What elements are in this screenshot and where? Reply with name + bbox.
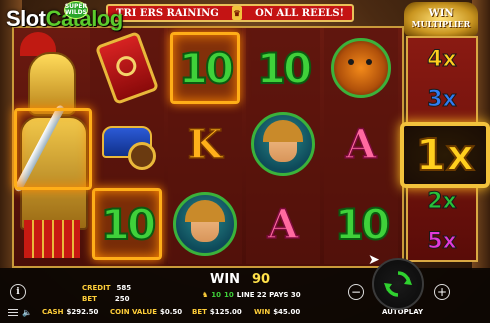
bet-increase-button[interactable]: + <box>434 284 450 300</box>
a-symbol: A <box>267 200 300 249</box>
ten-symbol: 10 <box>256 43 313 94</box>
info-icon: i <box>16 287 20 297</box>
win-label: WIN <box>210 272 241 287</box>
coin-value-label: COIN VALUE <box>110 308 158 316</box>
footer-cash: CASH $292.50 <box>42 308 98 316</box>
bet-decrease-button[interactable]: − <box>348 284 364 300</box>
info-button[interactable]: i <box>10 284 26 300</box>
gladiator-helmet <box>28 52 76 116</box>
line-win-info: ♞ 10 10 LINE 22 PAYS 30 <box>202 291 301 299</box>
credit-value: 585 <box>116 284 132 292</box>
reel-4-row-2 <box>248 108 318 180</box>
win-multiplier-title: WIN MULTIPLIER <box>404 2 478 36</box>
slot-game-screen: SlotCatalog SUPER WILDS TRI ERS RAINING … <box>0 0 490 323</box>
cash-value: $292.50 <box>66 308 99 316</box>
woman-symbol-icon <box>251 112 315 176</box>
super-wilds-badge: SUPER WILDS <box>64 1 88 19</box>
footer-bet: BET $125.00 <box>192 308 242 316</box>
reel-3-row-1: 10 <box>170 32 240 104</box>
multiplier-2x: 2x <box>427 188 458 214</box>
reel-5-row-3: 10 <box>326 188 396 260</box>
multiplier-3x: 3x <box>427 86 458 112</box>
shield-symbol-icon <box>94 31 160 105</box>
reel-4-row-1: 10 <box>248 32 318 104</box>
gladiator-skirt <box>24 220 80 258</box>
bet-label: BET <box>82 295 97 303</box>
promo-banner: TRI ERS RAINING ♛ ON ALL REELS! <box>106 4 354 22</box>
footer-win-label: WIN <box>254 308 271 316</box>
ten-symbol: 10 <box>178 43 235 94</box>
a-symbol: A <box>345 120 378 169</box>
footer-bet-value: $125.00 <box>209 308 242 316</box>
banner-text-right: ON ALL REELS! <box>255 7 344 19</box>
multiplier-title-line1: WIN <box>428 8 454 19</box>
multiplier-4x: 4x <box>427 46 458 72</box>
watermark-slot: Slot <box>6 6 46 31</box>
reel-3-row-2: K <box>170 108 240 180</box>
bet-value: 250 <box>114 295 130 303</box>
footer-win: WIN $45.00 <box>254 308 300 316</box>
reel-4-row-3: A <box>248 188 318 260</box>
minus-icon: − <box>350 285 362 299</box>
reel-2: 10 <box>90 28 164 264</box>
reel-2-row-3: 10 <box>92 188 162 260</box>
reel-5-row-2: A <box>326 108 396 180</box>
banner-emblem-icon: ♛ <box>231 6 242 20</box>
ten-symbol: 10 <box>334 199 391 250</box>
bet-display: BET 250 <box>82 295 130 303</box>
ten-mini-icon: 10 <box>211 291 222 299</box>
reel-3-row-3 <box>170 188 240 260</box>
speaker-icon[interactable]: 🔈 <box>22 308 34 318</box>
credit-display: CREDIT 585 <box>82 284 131 292</box>
multiplier-1x-active: 1x <box>400 122 490 188</box>
spin-icon <box>384 271 412 297</box>
cash-label: CASH <box>42 308 64 316</box>
chariot-symbol-icon <box>98 122 156 170</box>
woman-symbol-icon <box>173 192 237 256</box>
winning-cell-highlight <box>14 108 92 190</box>
ten-symbol: 10 <box>100 199 157 250</box>
footer-bet-label: BET <box>192 308 207 316</box>
coin-value-value: $0.50 <box>160 308 183 316</box>
banner-text-left: TRI ERS RAINING <box>116 7 219 19</box>
multiplier-title-line2: MULTIPLIER <box>411 19 471 29</box>
k-symbol: K <box>187 120 223 169</box>
line-pays-text: LINE 22 PAYS 30 <box>236 291 301 299</box>
footer-win-value: $45.00 <box>273 308 301 316</box>
reel-3: 10 K <box>168 28 242 264</box>
reel-5-row-1 <box>326 32 396 104</box>
footer-coin-value: COIN VALUE $0.50 <box>110 308 182 316</box>
gladiator-mini-icon: ♞ <box>202 291 209 299</box>
tiger-symbol-icon <box>331 38 391 98</box>
menu-icon[interactable] <box>8 309 18 317</box>
win-multiplier-column: 4x 3x 1x 2x 5x <box>400 36 490 262</box>
reel-4: 10 A <box>246 28 320 264</box>
plus-icon: + <box>436 285 448 299</box>
multiplier-5x: 5x <box>427 228 458 254</box>
reel-5: A 10 <box>324 28 398 264</box>
ten-mini-icon-2: 10 <box>224 291 234 299</box>
cursor-icon: ➤ <box>368 252 380 268</box>
reel-2-row-1 <box>92 31 162 105</box>
reel-2-row-2 <box>92 108 162 180</box>
win-value: 90 <box>252 272 271 287</box>
credit-label: CREDIT <box>82 284 111 292</box>
